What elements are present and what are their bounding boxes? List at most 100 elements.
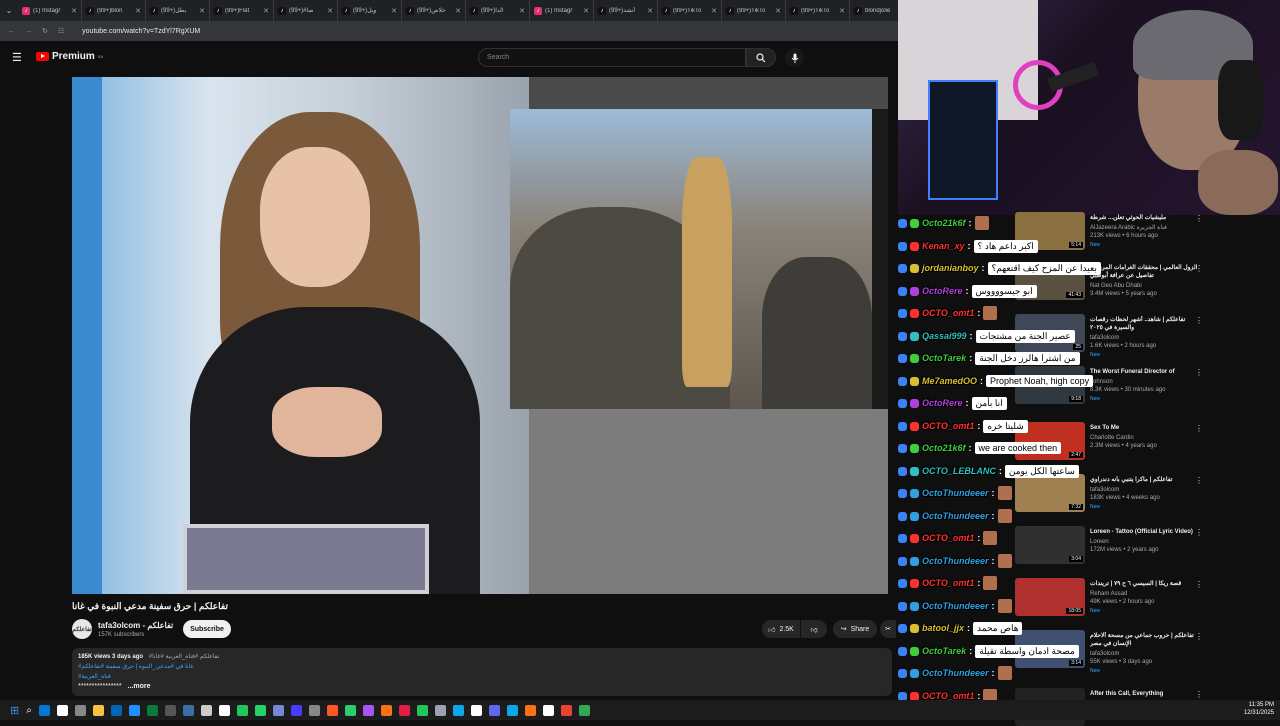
chat-username[interactable]: OctoThundeeer — [922, 668, 989, 678]
tab-close-icon[interactable]: ✕ — [199, 7, 205, 15]
tab-search-icon[interactable]: ⌄ — [0, 6, 18, 15]
browser-tab[interactable]: ♪blondjolie✕ — [850, 0, 898, 21]
tab-close-icon[interactable]: ✕ — [711, 7, 717, 15]
forward-icon[interactable]: → — [25, 28, 32, 35]
chat-username[interactable]: OCTO_omt1 — [922, 308, 974, 318]
url-field[interactable]: youtube.com/watch?v=TzdYl7RgXUM — [82, 28, 200, 35]
chat-username[interactable]: Octo21k6f — [922, 218, 966, 228]
browser-tab[interactable]: ♪ (99+)أنشد ✕ — [594, 0, 658, 21]
more-options-icon[interactable]: ⋮ — [1195, 316, 1203, 325]
search-input[interactable]: Search — [478, 48, 746, 67]
recommended-video[interactable]: Sex To Me Charlotte Cardin 2.3M views • 4 … — [1090, 424, 1200, 450]
taskbar-app-icon[interactable] — [488, 704, 500, 716]
browser-tab[interactable]: ♪ (99+)TikTo ✕ — [658, 0, 722, 21]
more-options-icon[interactable]: ⋮ — [1195, 528, 1203, 537]
browser-tab[interactable]: ♪ (99+)#صا ✕ — [274, 0, 338, 21]
tab-close-icon[interactable]: ✕ — [71, 7, 77, 15]
tab-close-icon[interactable]: ✕ — [263, 7, 269, 15]
more-options-icon[interactable]: ⋮ — [1195, 264, 1203, 273]
more-link[interactable]: ...more — [128, 683, 151, 690]
search-button[interactable] — [746, 48, 776, 67]
tab-close-icon[interactable]: ✕ — [391, 7, 397, 15]
taskbar-app-icon[interactable] — [38, 704, 50, 716]
tab-close-icon[interactable]: ✕ — [327, 7, 333, 15]
taskbar-app-icon[interactable] — [416, 704, 428, 716]
more-options-icon[interactable]: ⋮ — [1195, 580, 1203, 589]
browser-tab[interactable]: ♪ (99+)ويل ✕ — [338, 0, 402, 21]
taskbar-app-icon[interactable] — [380, 704, 392, 716]
video-player[interactable] — [72, 77, 888, 594]
taskbar-app-icon[interactable] — [344, 704, 356, 716]
browser-tab[interactable]: ♪ (99+)بطل ✕ — [146, 0, 210, 21]
site-info-icon[interactable]: ☷ — [58, 27, 64, 35]
chat-username[interactable]: OctoThundeeer — [922, 556, 989, 566]
system-clock[interactable]: 11:35 PM 12/31/2025 — [1244, 701, 1274, 717]
taskbar-app-icon[interactable] — [578, 704, 590, 716]
tab-close-icon[interactable]: ✕ — [455, 7, 461, 15]
recommended-video[interactable]: الزول العالمي | محققات الغرامات المريرة … — [1090, 264, 1200, 298]
taskbar-app-icon[interactable] — [182, 704, 194, 716]
recommended-video[interactable]: تفاعلكم | شاهد.. أشهر لحظات رقصات والسير… — [1090, 316, 1200, 359]
chat-username[interactable]: batool_jjx — [922, 623, 964, 633]
share-button[interactable]: ↪ Share — [833, 620, 877, 638]
dislike-button[interactable]: 👎︎ — [801, 620, 827, 638]
taskbar-app-icon[interactable] — [92, 704, 104, 716]
chat-username[interactable]: OctoThundeeer — [922, 488, 989, 498]
subscribe-button[interactable]: Subscribe — [183, 620, 231, 638]
browser-tab[interactable]: ♪ (99+)الدا ✕ — [466, 0, 530, 21]
tab-close-icon[interactable]: ✕ — [583, 7, 589, 15]
taskbar-app-icon[interactable] — [164, 704, 176, 716]
more-options-icon[interactable]: ⋮ — [1195, 632, 1203, 641]
more-options-icon[interactable]: ⋮ — [1195, 424, 1203, 433]
taskbar-app-icon[interactable] — [308, 704, 320, 716]
browser-tab[interactable]: ♪ (99+)TikTo ✕ — [722, 0, 786, 21]
tab-close-icon[interactable]: ✕ — [775, 7, 781, 15]
taskbar-search-icon[interactable]: ⌕ — [26, 705, 32, 716]
youtube-logo[interactable]: Premium SA — [36, 51, 103, 62]
chat-username[interactable]: OctoRere — [922, 286, 963, 296]
menu-icon[interactable]: ☰ — [12, 51, 22, 64]
taskbar-app-icon[interactable] — [110, 704, 122, 716]
description-line[interactable]: #قناة_العربية — [78, 673, 111, 680]
more-options-icon[interactable]: ⋮ — [1195, 214, 1203, 223]
recommended-video[interactable]: تفاعلكم | حروب جماعي من مسحة ألاحلام الإ… — [1090, 632, 1200, 675]
taskbar-app-icon[interactable] — [434, 704, 446, 716]
recommended-video[interactable]: The Worst Funeral Director of Johnson 8.3K… — [1090, 368, 1200, 403]
chat-username[interactable]: OCTO_LEBLANC — [922, 466, 996, 476]
chat-username[interactable]: OCTO_omt1 — [922, 533, 974, 543]
chat-username[interactable]: OctoThundeeer — [922, 511, 989, 521]
more-options-icon[interactable]: ⋮ — [1195, 690, 1203, 699]
tab-close-icon[interactable]: ✕ — [839, 7, 845, 15]
taskbar-app-icon[interactable] — [254, 704, 266, 716]
taskbar-app-icon[interactable] — [524, 704, 536, 716]
chat-username[interactable]: OctoTarek — [922, 646, 966, 656]
back-icon[interactable]: ← — [8, 28, 15, 35]
browser-tab[interactable]: ♪ (99+)Flat ✕ — [210, 0, 274, 21]
browser-tab[interactable]: ♪ (99+)blon ✕ — [82, 0, 146, 21]
clip-button[interactable]: ✂ — [880, 620, 896, 638]
taskbar-app-icon[interactable] — [470, 704, 482, 716]
chat-username[interactable]: OctoTarek — [922, 353, 966, 363]
recommended-video[interactable]: قصة ريكا | السيسي ٦ ح ٧٩ | تريندات Reham … — [1090, 580, 1200, 615]
chat-username[interactable]: jordanianboy — [922, 263, 979, 273]
video-thumbnail[interactable]: 3:04 — [1015, 526, 1085, 564]
recommended-video[interactable]: تفاعلكم | ماكرا يتنبي بأنه دندراوي tafa3o… — [1090, 476, 1200, 511]
chat-username[interactable]: Qassai999 — [922, 331, 967, 341]
taskbar-app-icon[interactable] — [506, 704, 518, 716]
taskbar-app-icon[interactable] — [146, 704, 158, 716]
browser-tab[interactable]: ♪ (99+)TikTo ✕ — [786, 0, 850, 21]
browser-tab[interactable]: ♪ (1) Instagr ✕ — [18, 0, 82, 21]
taskbar-app-icon[interactable] — [272, 704, 284, 716]
windows-start-icon[interactable]: ⊞ — [10, 704, 19, 717]
taskbar-app-icon[interactable] — [74, 704, 86, 716]
browser-tab[interactable]: ♪ (99+)خلاص ✕ — [402, 0, 466, 21]
more-options-icon[interactable]: ⋮ — [1195, 368, 1203, 377]
taskbar-app-icon[interactable] — [200, 704, 212, 716]
taskbar-app-icon[interactable] — [452, 704, 464, 716]
taskbar-app-icon[interactable] — [218, 704, 230, 716]
taskbar-app-icon[interactable] — [128, 704, 140, 716]
chat-username[interactable]: OCTO_omt1 — [922, 578, 974, 588]
recommended-video[interactable]: Loreen - Tattoo (Official Lyric Video) Lo… — [1090, 528, 1200, 554]
channel-name[interactable]: tafa3olcom - تفاعلكم — [98, 621, 173, 630]
taskbar-app-icon[interactable] — [56, 704, 68, 716]
